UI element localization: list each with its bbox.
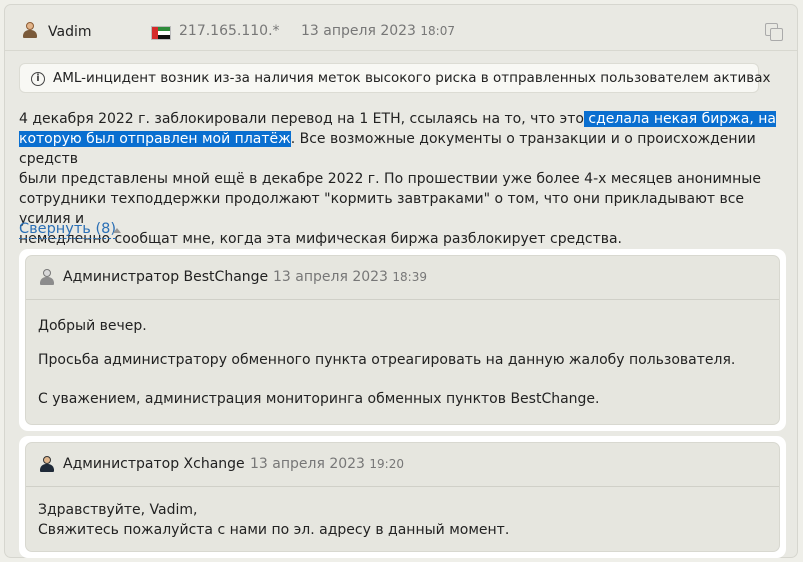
review-date-day: 13 апреля 2023 — [301, 23, 416, 39]
review-body-line: 4 декабря 2022 г. заблокировали перевод … — [19, 109, 779, 129]
aml-notice: i AML-инцидент возник из-за наличия мето… — [19, 63, 771, 93]
reply-text-line: Просьба администратору обменного пункта … — [38, 352, 736, 368]
reply-date-time: 18:39 — [392, 270, 427, 284]
copy-icon[interactable] — [765, 23, 785, 43]
selected-text: сделала некая биржа, на — [583, 111, 777, 127]
reply-card: Администратор Xchange 13 апреля 2023 19:… — [25, 442, 780, 552]
user-avatar-icon — [21, 21, 39, 39]
reply-author: Администратор Xchange — [63, 456, 245, 472]
reply-date-day: 13 апреля 2023 — [273, 269, 388, 285]
review-body-line: которую был отправлен мой платёж. Все во… — [19, 129, 779, 169]
reply-date-time: 19:20 — [369, 457, 404, 471]
ip-address: 217.165.110.* — [179, 23, 280, 39]
review-body: 4 декабря 2022 г. заблокировали перевод … — [19, 109, 779, 249]
aml-notice-text: AML-инцидент возник из-за наличия меток … — [53, 70, 771, 86]
reply-header: Администратор BestChange 13 апреля 2023 … — [26, 256, 779, 300]
selected-text: которую был отправлен мой платёж — [19, 131, 291, 147]
collapse-replies-link[interactable]: Свернуть (8) — [19, 221, 116, 239]
reply-date: 13 апреля 2023 19:20 — [250, 456, 404, 472]
body-text-fragment: 4 декабря 2022 г. заблокировали перевод … — [19, 111, 584, 127]
uae-flag-icon — [151, 26, 171, 40]
review-body-line: немедленно сообщат мне, когда эта мифиче… — [19, 231, 623, 247]
review-card: Vadim 217.165.110.* 13 апреля 2023 18:07… — [4, 4, 798, 558]
reply-container: Администратор Xchange 13 апреля 2023 19:… — [19, 436, 786, 558]
review-author[interactable]: Vadim — [48, 24, 91, 40]
reply-card: Администратор BestChange 13 апреля 2023 … — [25, 255, 780, 425]
admin-avatar-icon — [38, 455, 56, 473]
admin-avatar-icon — [38, 268, 56, 286]
review-date-time: 18:07 — [420, 24, 455, 38]
reply-text-line: Добрый вечер. — [38, 318, 147, 334]
reply-text-line: Здравствуйте, Vadim, — [38, 502, 198, 518]
reply-container: Администратор BestChange 13 апреля 2023 … — [19, 249, 786, 431]
reply-date-day: 13 апреля 2023 — [250, 456, 365, 472]
reply-text-line: Свяжитесь пожалуйста с нами по эл. адрес… — [38, 522, 510, 538]
review-body-line: сотрудники техподдержки продолжают "корм… — [19, 191, 745, 227]
review-date: 13 апреля 2023 18:07 — [301, 23, 455, 39]
reply-author: Администратор BestChange — [63, 269, 269, 285]
reply-header: Администратор Xchange 13 апреля 2023 19:… — [26, 443, 779, 487]
info-icon: i — [31, 72, 45, 86]
reply-text-line: С уважением, администрация мониторинга о… — [38, 391, 600, 407]
caret-up-icon[interactable] — [113, 228, 121, 233]
review-body-line: были представлены мной ещё в декабре 202… — [19, 171, 761, 187]
reply-date: 13 апреля 2023 18:39 — [273, 269, 427, 285]
review-header: Vadim 217.165.110.* 13 апреля 2023 18:07 — [5, 5, 797, 51]
